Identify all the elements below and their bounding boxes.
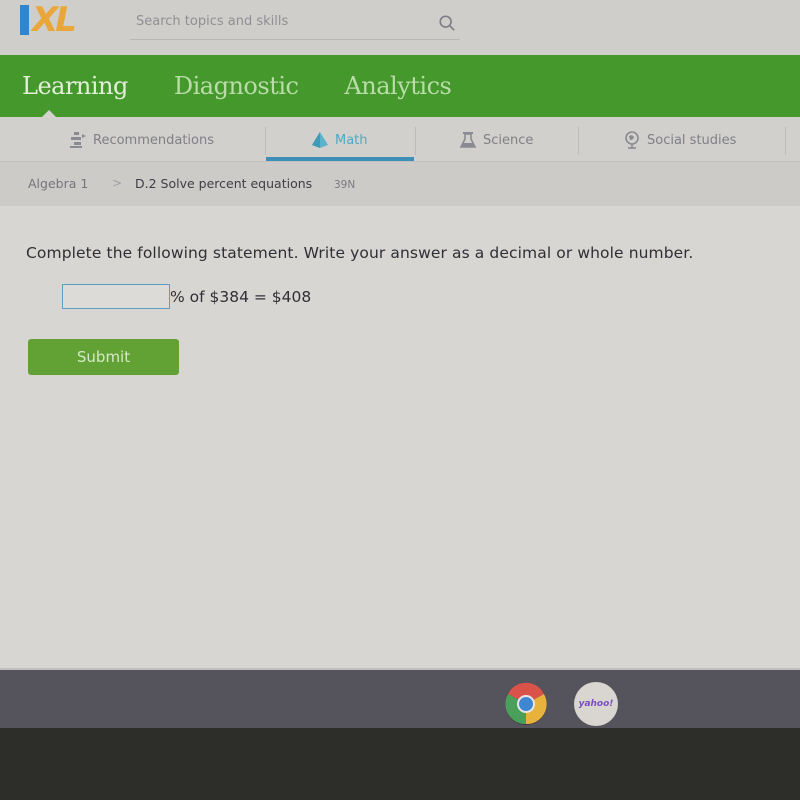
subject-nav: Recommendations Math Science Social stud… bbox=[0, 117, 800, 162]
breadcrumb-separator: > bbox=[112, 176, 123, 190]
top-header: XL bbox=[0, 0, 800, 55]
subject-label: Social studies bbox=[647, 132, 737, 148]
skill-code: 39N bbox=[334, 179, 356, 191]
subject-science[interactable]: Science bbox=[458, 125, 533, 155]
chrome-icon[interactable] bbox=[504, 682, 548, 726]
question-area: Complete the following statement. Write … bbox=[0, 206, 800, 668]
divider bbox=[415, 127, 416, 155]
divider bbox=[265, 127, 266, 155]
globe-icon bbox=[625, 131, 639, 149]
main-nav: Learning Diagnostic Analytics bbox=[0, 55, 800, 118]
ixl-logo[interactable]: XL bbox=[20, 2, 112, 38]
equation: % of $384 = $408 bbox=[62, 284, 311, 309]
tab-analytics[interactable]: Analytics bbox=[344, 72, 451, 100]
subject-recommendations[interactable]: Recommendations bbox=[68, 125, 214, 155]
breadcrumb-skill: D.2 Solve percent equations bbox=[135, 176, 313, 191]
recommendations-icon bbox=[70, 132, 86, 148]
subject-social-studies[interactable]: Social studies bbox=[622, 125, 736, 155]
search-icon[interactable] bbox=[438, 14, 456, 32]
logo-i-mark bbox=[20, 5, 29, 35]
search-input[interactable] bbox=[130, 6, 420, 36]
monitor-bezel bbox=[0, 728, 800, 800]
yahoo-icon[interactable]: yahoo! bbox=[574, 682, 618, 726]
tab-diagnostic[interactable]: Diagnostic bbox=[174, 72, 299, 100]
submit-button[interactable]: Submit bbox=[28, 339, 179, 375]
breadcrumb-course[interactable]: Algebra 1 bbox=[28, 176, 88, 191]
science-flask-icon bbox=[459, 132, 477, 148]
active-subject-underline bbox=[266, 157, 414, 161]
yahoo-label: yahoo! bbox=[578, 699, 614, 709]
tab-learning[interactable]: Learning bbox=[22, 72, 128, 100]
search-bar bbox=[130, 6, 460, 40]
logo-xl-text: XL bbox=[32, 0, 77, 40]
divider bbox=[785, 127, 786, 155]
equation-text: % of $384 = $408 bbox=[170, 287, 312, 306]
subject-label: Science bbox=[483, 132, 534, 148]
math-pyramid-icon bbox=[312, 132, 328, 148]
subject-label: Math bbox=[335, 132, 368, 148]
divider bbox=[578, 127, 579, 155]
subject-label: Recommendations bbox=[93, 132, 215, 148]
os-taskbar: yahoo! bbox=[0, 668, 800, 733]
subject-math[interactable]: Math bbox=[310, 125, 368, 155]
breadcrumb: Algebra 1 > D.2 Solve percent equations … bbox=[0, 162, 800, 206]
question-instructions: Complete the following statement. Write … bbox=[26, 244, 694, 262]
answer-input[interactable] bbox=[62, 284, 170, 309]
